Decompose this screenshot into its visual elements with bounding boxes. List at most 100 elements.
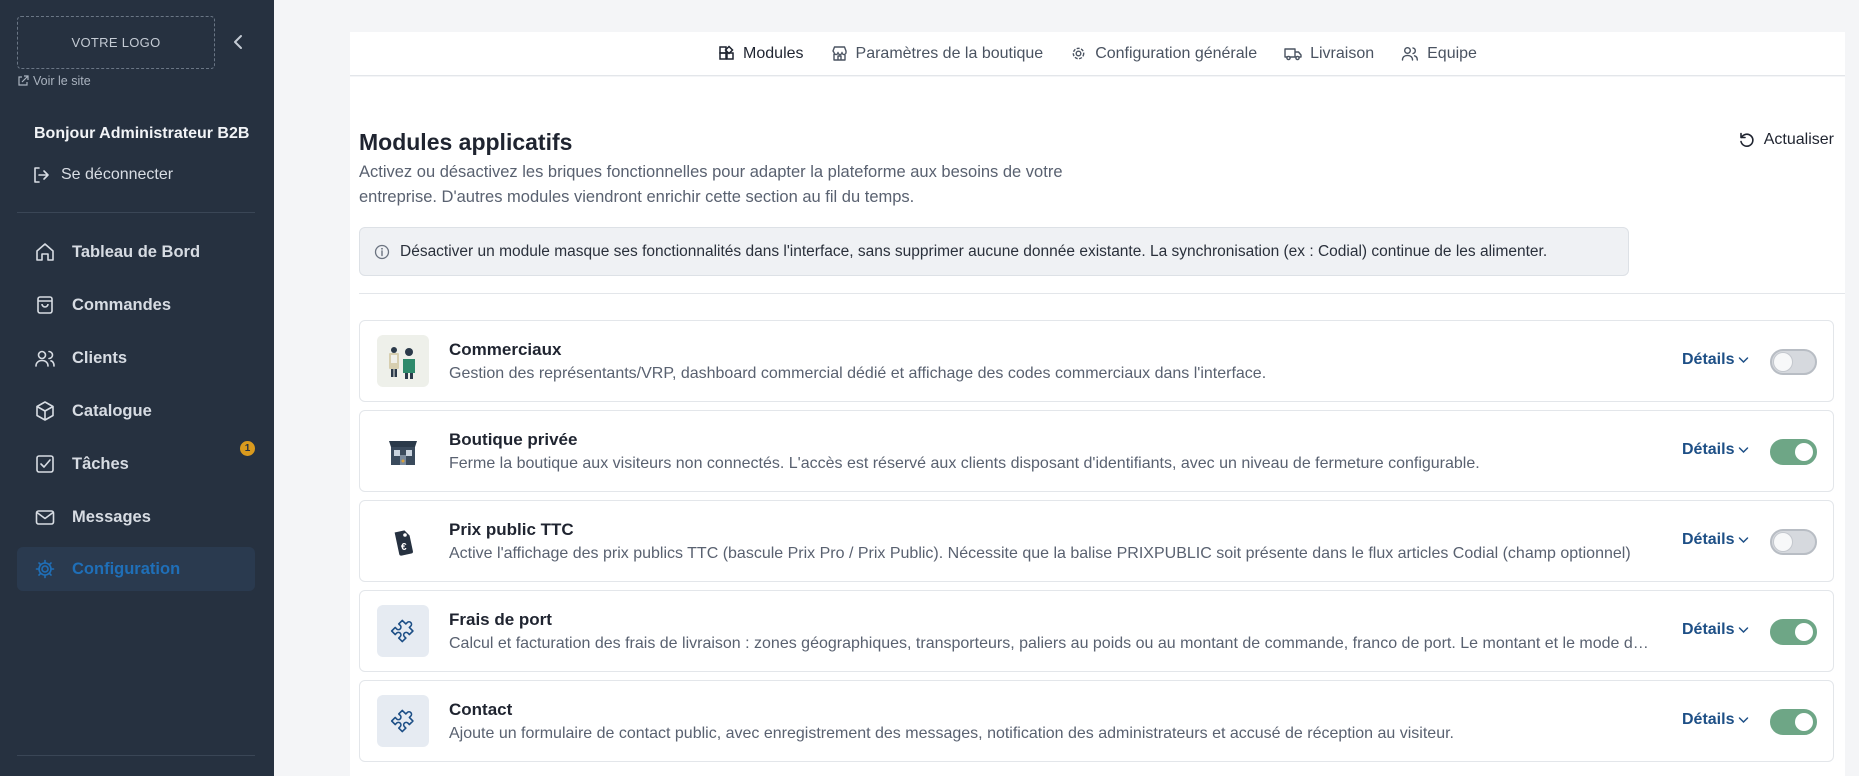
module-title: Boutique privée (449, 430, 578, 449)
settings-tabs: Modules Paramètres de la boutique Config… (350, 32, 1845, 76)
puzzle-icon (377, 605, 429, 657)
module-toggle[interactable] (1770, 709, 1817, 735)
module-toggle[interactable] (1770, 619, 1817, 645)
chevron-down-icon (1739, 627, 1749, 634)
section-divider (359, 293, 1845, 294)
refresh-icon (1739, 132, 1754, 147)
sidebar-divider (17, 212, 255, 213)
greeting: Bonjour Administrateur B2B (34, 125, 250, 142)
details-button[interactable]: Détails (1682, 351, 1749, 369)
module-toggle[interactable] (1770, 529, 1817, 555)
toggle-knob (1774, 533, 1792, 551)
private-store-icon (377, 425, 429, 477)
module-description: Active l'affichage des prix publics TTC … (449, 545, 1631, 562)
tab-label: Modules (743, 44, 804, 62)
tab-label: Paramètres de la boutique (855, 44, 1044, 62)
tab-general-configuration[interactable]: Configuration générale (1070, 45, 1257, 63)
chevron-left-icon (234, 35, 242, 49)
details-label: Détails (1682, 441, 1735, 458)
info-text: Désactiver un module masque ses fonction… (400, 242, 1548, 260)
toggle-knob (1795, 443, 1813, 461)
truck-icon (1284, 48, 1302, 61)
module-title: Commerciaux (449, 340, 562, 359)
logout-icon (34, 167, 49, 183)
details-label: Détails (1682, 621, 1735, 638)
details-button[interactable]: Détails (1682, 441, 1749, 459)
sidebar-item-orders[interactable]: Commandes (17, 283, 255, 327)
view-site-label: Voir le site (33, 74, 91, 88)
module-description: Ferme la boutique aux visiteurs non conn… (449, 455, 1480, 472)
sidebar-item-messages[interactable]: Messages (17, 495, 255, 539)
module-card-contact: Contact Ajoute un formulaire de contact … (359, 680, 1834, 762)
sidebar-item-label: Configuration (72, 559, 181, 578)
tab-label: Configuration générale (1095, 44, 1258, 62)
details-label: Détails (1682, 711, 1735, 728)
toggle-knob (1774, 353, 1792, 371)
module-title: Prix public TTC (449, 520, 574, 539)
team-icon (1401, 47, 1419, 61)
salesperson-icon (377, 335, 429, 387)
details-label: Détails (1682, 351, 1735, 368)
logout-button[interactable]: Se déconnecter (31, 165, 173, 185)
box-icon (36, 401, 54, 421)
sidebar-item-label: Tableau de Bord (72, 242, 201, 261)
sidebar-item-clients[interactable]: Clients (17, 336, 255, 380)
tab-store-settings[interactable]: Paramètres de la boutique (831, 44, 1044, 63)
puzzle-icon (377, 695, 429, 747)
logout-label: Se déconnecter (61, 166, 174, 183)
sidebar-item-catalog[interactable]: Catalogue (17, 389, 255, 433)
chevron-down-icon (1739, 537, 1749, 544)
tab-label: Equipe (1427, 44, 1477, 62)
chevron-down-icon (1739, 717, 1749, 724)
tab-shipping[interactable]: Livraison (1284, 45, 1374, 63)
refresh-label: Actualiser (1763, 131, 1834, 148)
tab-label: Livraison (1310, 44, 1375, 62)
toggle-knob (1795, 623, 1813, 641)
sidebar-item-label: Messages (72, 507, 151, 526)
module-toggle[interactable] (1770, 349, 1817, 375)
details-button[interactable]: Détails (1682, 621, 1749, 639)
gear-icon (1072, 47, 1085, 60)
page-description: Activez ou désactivez les briques foncti… (359, 163, 1063, 206)
module-card-prix-public: € Prix public TTC Active l'affichage des… (359, 500, 1834, 582)
module-card-boutique-privee: Boutique privée Ferme la boutique aux vi… (359, 410, 1834, 492)
tab-modules[interactable]: Modules (718, 44, 804, 63)
chevron-down-icon (1739, 357, 1749, 364)
sidebar-item-label: Catalogue (72, 401, 152, 420)
details-button[interactable]: Détails (1682, 531, 1749, 549)
sidebar: VOTRE LOGO Voir le site Bonjour Administ… (0, 0, 274, 776)
collapse-sidebar-button[interactable] (230, 32, 246, 52)
details-label: Détails (1682, 531, 1735, 548)
svg-text:€: € (401, 542, 407, 553)
tab-team[interactable]: Equipe (1401, 45, 1477, 63)
refresh-button[interactable]: Actualiser (1738, 131, 1834, 149)
details-button[interactable]: Détails (1682, 711, 1749, 729)
home-icon (36, 243, 54, 261)
view-site-link[interactable]: Voir le site (17, 74, 91, 88)
info-notice: Désactiver un module masque ses fonction… (359, 227, 1629, 276)
page-title: Modules applicatifs (359, 129, 573, 155)
sidebar-item-dashboard[interactable]: Tableau de Bord (17, 230, 255, 274)
module-card-commerciaux: Commerciaux Gestion des représentants/VR… (359, 320, 1834, 402)
module-description: Ajoute un formulaire de contact public, … (449, 725, 1454, 742)
module-toggle[interactable] (1770, 439, 1817, 465)
sidebar-item-label: Tâches (72, 454, 129, 473)
checkbox-icon (36, 455, 54, 473)
sidebar-item-label: Clients (72, 348, 128, 367)
users-icon (35, 350, 55, 367)
info-icon (374, 244, 390, 259)
module-card-frais-de-port: Frais de port Calcul et facturation des … (359, 590, 1834, 672)
module-title: Contact (449, 700, 513, 719)
chevron-down-icon (1739, 447, 1749, 454)
module-description: Calcul et facturation des frais de livra… (449, 635, 1654, 652)
module-title: Frais de port (449, 610, 552, 629)
modules-icon (719, 45, 734, 60)
mail-icon (35, 510, 55, 525)
store-icon (831, 46, 847, 61)
gear-icon (35, 559, 55, 579)
sidebar-item-tasks[interactable]: Tâches (17, 442, 255, 486)
price-tag-icon: € (377, 515, 429, 567)
sidebar-item-label: Commandes (72, 295, 172, 314)
sidebar-item-configuration[interactable]: Configuration (17, 547, 255, 591)
toggle-knob (1795, 713, 1813, 731)
